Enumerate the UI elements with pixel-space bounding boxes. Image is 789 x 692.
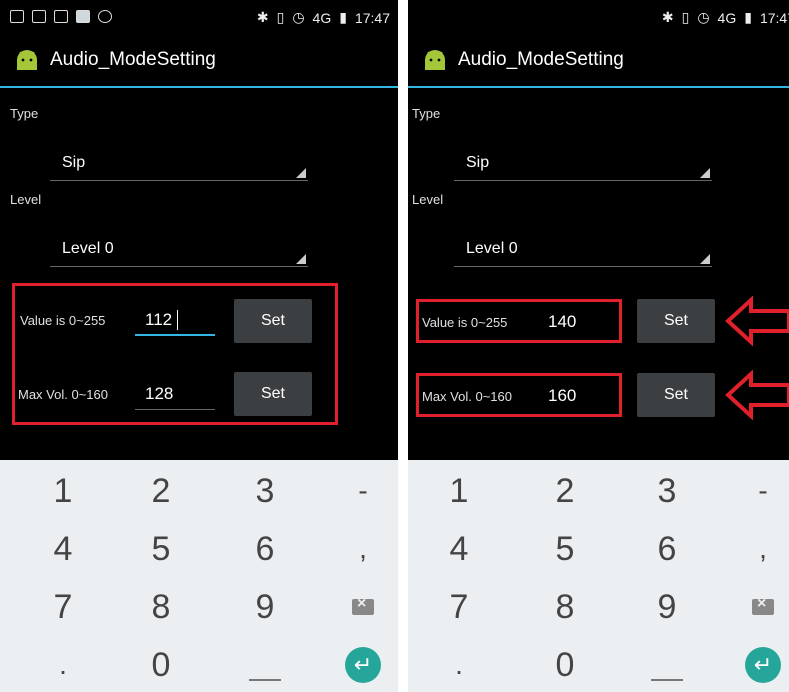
key-5[interactable]: 5 bbox=[116, 520, 206, 578]
key-enter[interactable]: ↵ bbox=[718, 636, 789, 692]
type-spinner[interactable]: Sip bbox=[454, 152, 712, 181]
dropdown-triangle-icon bbox=[700, 254, 710, 264]
arrow-left-icon bbox=[725, 296, 789, 346]
status-bar: ✱ ▯ ◷ 4G ▮ 17:47 bbox=[0, 0, 398, 36]
system-icons: ✱ ▯ ◷ 4G ▮ 17:47 bbox=[257, 9, 390, 26]
type-label: Type bbox=[412, 106, 441, 121]
dropdown-triangle-icon bbox=[296, 168, 306, 178]
key-delete[interactable] bbox=[718, 578, 789, 636]
key-9[interactable]: 9 bbox=[622, 578, 712, 636]
key-9[interactable]: 9 bbox=[220, 578, 310, 636]
battery-icon: ▮ bbox=[339, 9, 347, 25]
space-icon bbox=[249, 679, 281, 681]
key-2[interactable]: 2 bbox=[520, 462, 610, 520]
navigation-icon bbox=[98, 10, 112, 23]
highlight-box-value bbox=[416, 299, 622, 343]
app-title: Audio_ModeSetting bbox=[50, 49, 216, 70]
alarm-icon: ◷ bbox=[697, 9, 710, 25]
key-1[interactable]: 1 bbox=[414, 462, 504, 520]
numeric-keypad: 1 2 3 - 4 5 6 , 7 8 9 . 0 ↵ bbox=[0, 460, 398, 692]
enter-icon: ↵ bbox=[345, 647, 381, 683]
type-spinner-value: Sip bbox=[62, 154, 86, 171]
phone-screen-left: ✱ ▯ ◷ 4G ▮ 17:47 Audio_ModeSetting Type … bbox=[0, 0, 398, 692]
system-icons: ✱ ▯ ◷ 4G ▮ 17:47 bbox=[662, 9, 789, 26]
notification-icons bbox=[10, 10, 112, 23]
action-bar: Audio_ModeSetting bbox=[0, 36, 398, 88]
highlight-box-max-volume bbox=[416, 373, 622, 417]
key-enter[interactable]: ↵ bbox=[318, 636, 398, 692]
mail-icon bbox=[32, 10, 46, 23]
clock: 17:47 bbox=[354, 9, 390, 26]
level-spinner[interactable]: Level 0 bbox=[50, 238, 308, 267]
key-period[interactable]: . bbox=[414, 636, 504, 692]
android-icon bbox=[17, 50, 37, 70]
vibrate-icon: ▯ bbox=[276, 9, 285, 25]
arrow-left-icon bbox=[725, 370, 789, 420]
level-label: Level bbox=[10, 192, 42, 207]
key-5[interactable]: 5 bbox=[520, 520, 610, 578]
mail-icon bbox=[54, 10, 68, 23]
battery-icon: ▮ bbox=[744, 9, 752, 25]
numeric-keypad: 1 2 3 - 4 5 6 , 7 8 9 . 0 ↵ bbox=[408, 460, 789, 692]
level-spinner-value: Level 0 bbox=[466, 240, 518, 257]
key-period[interactable]: . bbox=[18, 636, 108, 692]
level-spinner-value: Level 0 bbox=[62, 240, 114, 257]
highlight-box bbox=[12, 283, 338, 425]
key-2[interactable]: 2 bbox=[116, 462, 206, 520]
dropdown-triangle-icon bbox=[700, 168, 710, 178]
network-type: 4G bbox=[717, 9, 737, 26]
set-value-button[interactable]: Set bbox=[637, 299, 715, 343]
key-7[interactable]: 7 bbox=[18, 578, 108, 636]
key-4[interactable]: 4 bbox=[18, 520, 108, 578]
status-bar: ✱ ▯ ◷ 4G ▮ 17:47 bbox=[408, 0, 789, 36]
enter-icon: ↵ bbox=[745, 647, 781, 683]
key-3[interactable]: 3 bbox=[220, 462, 310, 520]
key-3[interactable]: 3 bbox=[622, 462, 712, 520]
action-bar: Audio_ModeSetting bbox=[408, 36, 789, 88]
key-7[interactable]: 7 bbox=[414, 578, 504, 636]
vibrate-icon: ▯ bbox=[681, 9, 690, 25]
network-type: 4G bbox=[312, 9, 332, 26]
bluetooth-icon: ✱ bbox=[661, 9, 674, 25]
set-max-volume-button[interactable]: Set bbox=[637, 373, 715, 417]
phone-screen-right: ✱ ▯ ◷ 4G ▮ 17:47 Audio_ModeSetting Type … bbox=[408, 0, 789, 692]
app-title: Audio_ModeSetting bbox=[458, 49, 624, 70]
type-label: Type bbox=[10, 106, 39, 121]
level-spinner[interactable]: Level 0 bbox=[454, 238, 712, 267]
key-minus[interactable]: - bbox=[718, 462, 789, 520]
key-delete[interactable] bbox=[318, 578, 398, 636]
key-minus[interactable]: - bbox=[318, 462, 398, 520]
clock: 17:47 bbox=[759, 9, 789, 26]
sim-icon bbox=[10, 10, 24, 23]
bluetooth-icon: ✱ bbox=[256, 9, 269, 25]
type-spinner-value: Sip bbox=[466, 154, 490, 171]
backspace-icon bbox=[352, 595, 374, 615]
type-spinner[interactable]: Sip bbox=[50, 152, 308, 181]
backspace-icon bbox=[752, 595, 774, 615]
space-icon bbox=[651, 679, 683, 681]
key-1[interactable]: 1 bbox=[18, 462, 108, 520]
alarm-icon: ◷ bbox=[292, 9, 305, 25]
key-8[interactable]: 8 bbox=[116, 578, 206, 636]
key-comma[interactable]: , bbox=[718, 520, 789, 578]
key-6[interactable]: 6 bbox=[622, 520, 712, 578]
key-6[interactable]: 6 bbox=[220, 520, 310, 578]
key-space[interactable] bbox=[622, 636, 712, 692]
key-space[interactable] bbox=[220, 636, 310, 692]
key-0[interactable]: 0 bbox=[116, 636, 206, 692]
level-label: Level bbox=[412, 192, 444, 207]
key-8[interactable]: 8 bbox=[520, 578, 610, 636]
android-icon bbox=[425, 50, 445, 70]
key-4[interactable]: 4 bbox=[414, 520, 504, 578]
dropdown-triangle-icon bbox=[296, 254, 306, 264]
key-comma[interactable]: , bbox=[318, 520, 398, 578]
app-notification-icon bbox=[76, 10, 90, 23]
key-0[interactable]: 0 bbox=[520, 636, 610, 692]
